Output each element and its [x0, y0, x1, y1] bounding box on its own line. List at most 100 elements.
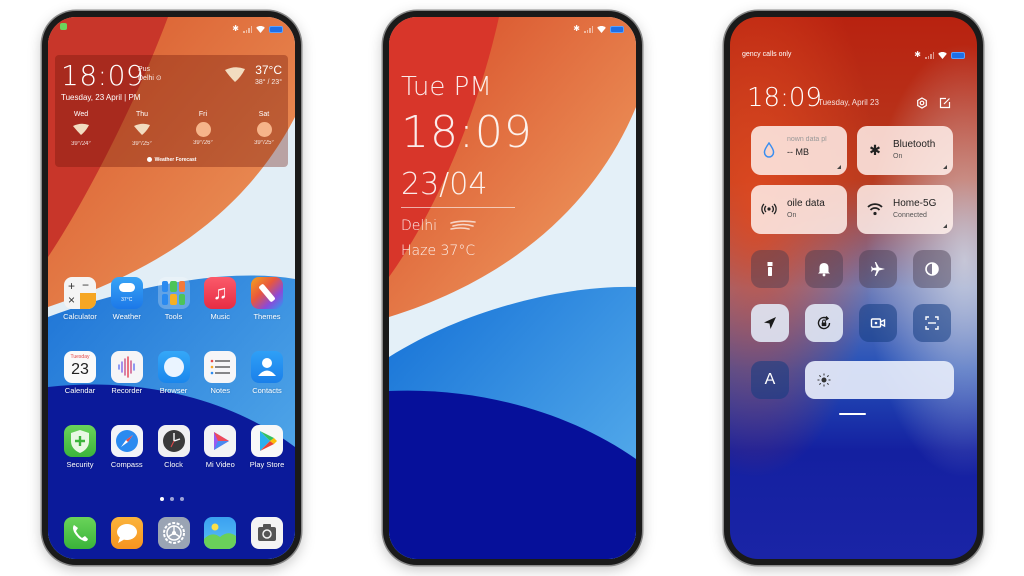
forecast-range: 39°/25° — [254, 140, 274, 146]
dock-gallery[interactable] — [198, 517, 242, 549]
app-label: Browser — [159, 386, 188, 395]
app-notes[interactable]: Notes — [198, 351, 242, 395]
clock-icon — [157, 425, 190, 457]
app-tools-folder[interactable]: Tools — [152, 277, 196, 321]
forecast-range: 39°/25° — [132, 141, 152, 147]
home-screen: ✱ 18:09 Pus Delhi ⊙ Tuesday, 23 April | … — [48, 17, 295, 559]
wifi-icon — [256, 25, 265, 33]
clock-weather-widget[interactable]: 18:09 Pus Delhi ⊙ Tuesday, 23 April | PM… — [55, 55, 288, 167]
forecast-day-label: Fri — [198, 111, 208, 118]
mi-video-play-icon — [204, 425, 237, 457]
dock-phone[interactable] — [58, 517, 102, 549]
haze-icon — [134, 123, 150, 135]
page-dot[interactable] — [179, 497, 184, 501]
bluetooth-tile[interactable]: ✱ Bluetooth On — [857, 126, 953, 175]
brightness-slider[interactable] — [805, 361, 954, 399]
bluetooth-icon: ✱ — [573, 24, 580, 33]
mobile-data-tile[interactable]: oile data On — [751, 185, 847, 234]
weather-badge: 37°C — [121, 297, 133, 303]
video-camera-icon — [870, 318, 886, 328]
app-weather[interactable]: 37°C Weather — [105, 277, 149, 321]
close-handle[interactable] — [839, 413, 866, 415]
play-store-icon — [251, 425, 283, 457]
bell-icon — [818, 263, 830, 277]
tile-title: Home-5G — [893, 198, 937, 209]
app-contacts[interactable]: Contacts — [245, 351, 289, 395]
lock-screen: ✱ Tue PM 18:09 23/04 Delhi Haze 37°C — [389, 17, 636, 559]
screen-recorder-toggle[interactable] — [859, 304, 897, 342]
app-clock[interactable]: Clock — [152, 425, 196, 469]
bluetooth-icon: ✱ — [914, 50, 921, 59]
location-arrow-icon — [764, 317, 776, 329]
dock-camera[interactable] — [245, 517, 289, 549]
dark-mode-toggle[interactable] — [913, 250, 951, 288]
phone-home-screen: ✱ 18:09 Pus Delhi ⊙ Tuesday, 23 April | … — [42, 11, 301, 565]
app-themes[interactable]: Themes — [245, 277, 289, 321]
app-security[interactable]: Security — [58, 425, 102, 469]
themes-brush-icon — [251, 277, 283, 309]
app-mi-video[interactable]: Mi Video — [198, 425, 242, 469]
scanner-toggle[interactable] — [913, 304, 951, 342]
dark-mode-icon — [925, 262, 939, 276]
aqi-label: Pus — [138, 66, 151, 73]
control-center: gency calls only ✱ 18:09 Tuesday, April … — [730, 17, 977, 559]
app-row: + − × Calculator 37°C Weather Tools ♫ Mu… — [58, 277, 289, 321]
app-calendar[interactable]: Tuesday 23 Calendar — [58, 351, 102, 395]
app-play-store[interactable]: Play Store — [245, 425, 289, 469]
dock-settings[interactable] — [152, 517, 196, 549]
settings-gear-icon[interactable] — [916, 97, 928, 109]
app-music[interactable]: ♫ Music — [198, 277, 242, 321]
flashlight-toggle[interactable] — [751, 250, 789, 288]
lock-day: Tue PM — [401, 72, 492, 102]
auto-brightness-toggle[interactable]: A — [751, 361, 789, 399]
browser-icon — [157, 351, 190, 383]
app-label: Compass — [110, 460, 143, 469]
app-row: Tuesday 23 Calendar Recorder Browser Not… — [58, 351, 289, 395]
page-indicator[interactable] — [48, 497, 295, 501]
contact-person-icon — [251, 351, 283, 383]
airplane-mode-toggle[interactable] — [859, 250, 897, 288]
data-drop-icon — [763, 142, 775, 158]
page-dot[interactable] — [169, 497, 174, 501]
wifi-tile[interactable]: Home-5G Connected — [857, 185, 953, 234]
phone-icon — [64, 517, 96, 549]
dock-messages[interactable] — [105, 517, 149, 549]
tile-subtitle: On — [893, 153, 903, 160]
app-calculator[interactable]: + − × Calculator — [58, 277, 102, 321]
brightness-sun-icon — [817, 373, 831, 387]
weather-app-icon: 37°C — [110, 277, 143, 309]
airplane-icon — [871, 262, 885, 276]
location-toggle[interactable] — [751, 304, 789, 342]
status-bar: ✱ — [401, 23, 624, 35]
forecast-day-label: Thu — [135, 111, 149, 118]
expand-corner-icon — [837, 165, 841, 169]
app-label: Calculator — [63, 312, 97, 321]
app-compass[interactable]: Compass — [105, 425, 149, 469]
edit-icon[interactable] — [939, 97, 951, 109]
app-recorder[interactable]: Recorder — [105, 351, 149, 395]
tile-title: nown data pl — [787, 136, 827, 143]
rotation-lock-icon — [817, 316, 831, 330]
battery-icon — [610, 25, 624, 33]
mobile-data-icon — [761, 203, 777, 215]
data-usage-tile[interactable]: nown data pl -- MB — [751, 126, 847, 175]
calendar-icon: Tuesday 23 — [64, 351, 96, 383]
app-browser[interactable]: Browser — [152, 351, 196, 395]
folder-icon — [157, 277, 190, 309]
silent-toggle[interactable] — [805, 250, 843, 288]
battery-icon — [951, 51, 965, 59]
app-label: Recorder — [111, 386, 143, 395]
temperature-range: 38° / 23° — [254, 79, 282, 86]
tile-title: Bluetooth — [893, 139, 936, 150]
app-label: Weather — [112, 312, 141, 321]
rotation-lock-toggle[interactable] — [805, 304, 843, 342]
haze-icon — [450, 220, 476, 230]
page-dot-active[interactable] — [159, 497, 164, 501]
forecast-list: Wed 39°/24° Thu 39°/25° Fri 39°/26° Sat — [61, 111, 284, 147]
message-bubble-icon — [110, 517, 143, 549]
widget-time: 18:09 — [61, 59, 145, 92]
music-note-icon: ♫ — [204, 277, 237, 309]
expand-corner-icon — [943, 224, 947, 228]
cc-time: 18:09 — [747, 83, 822, 113]
expand-corner-icon — [943, 165, 947, 169]
